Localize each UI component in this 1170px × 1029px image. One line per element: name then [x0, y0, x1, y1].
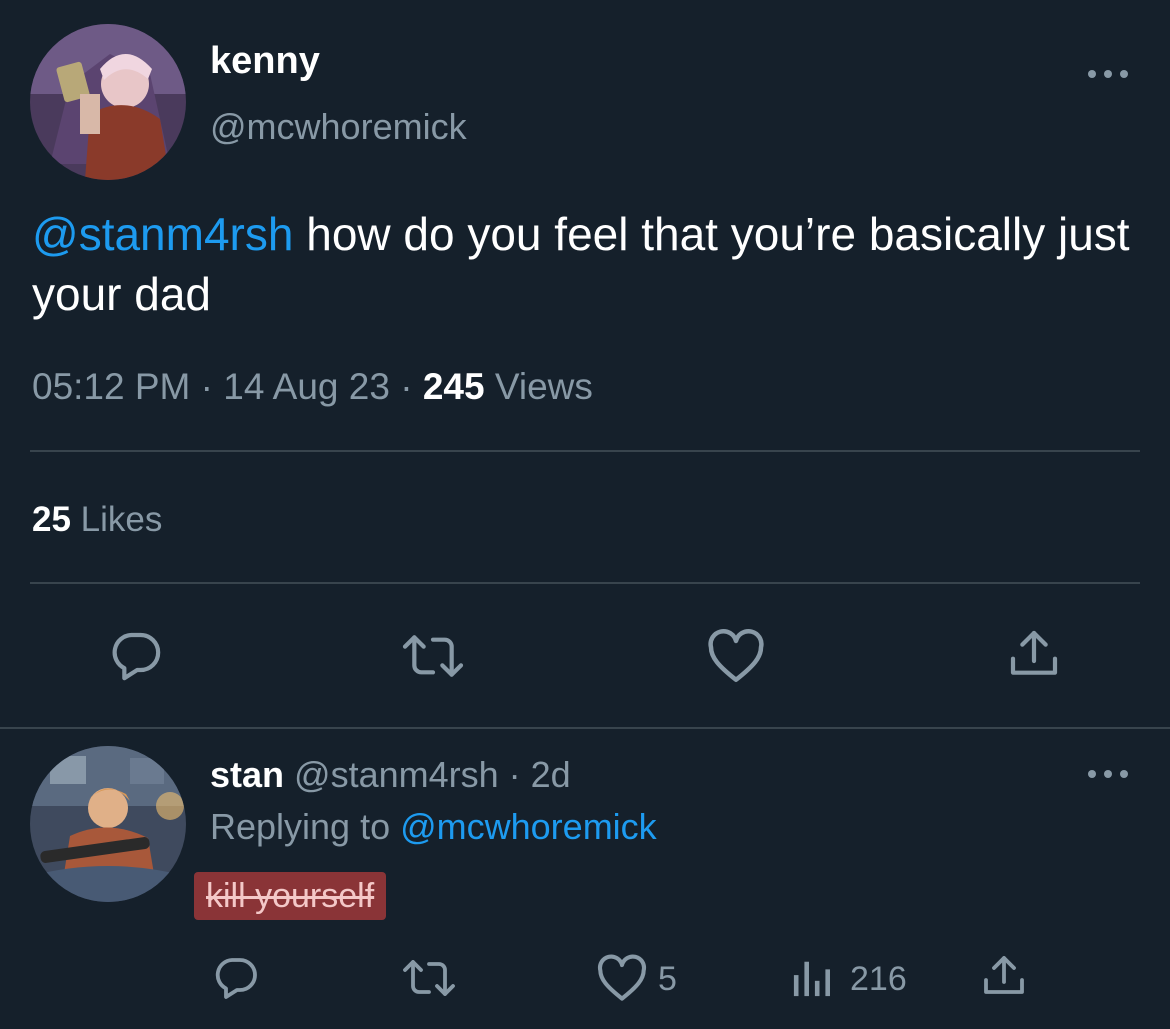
retweet-icon[interactable] — [400, 628, 466, 684]
likes-label: Likes — [70, 500, 163, 539]
like-icon[interactable] — [596, 954, 648, 1002]
mention-link[interactable]: @stanm4rsh — [32, 208, 293, 260]
reply-icon[interactable] — [108, 628, 164, 684]
reply-icon[interactable] — [212, 954, 260, 1002]
author-name[interactable]: kenny — [210, 40, 320, 83]
replying-handle[interactable]: @mcwhoremick — [400, 806, 657, 847]
reply-text: kill yourself — [194, 872, 387, 920]
author-avatar[interactable] — [30, 24, 186, 180]
meta-separator: · — [498, 754, 531, 795]
like-count: 5 — [658, 960, 677, 998]
meta-separator: · — [389, 366, 423, 407]
reply-author-name[interactable]: stan — [210, 754, 284, 795]
likes-stat[interactable]: 25 Likes — [32, 500, 162, 540]
share-icon[interactable] — [980, 952, 1028, 1000]
reply-author-handle[interactable]: @stanm4rsh — [284, 754, 499, 795]
divider — [30, 450, 1140, 452]
reply-age: 2d — [530, 754, 571, 795]
like-icon[interactable] — [706, 628, 766, 684]
views-count: 245 — [422, 366, 485, 407]
divider — [0, 727, 1170, 729]
share-icon[interactable] — [1006, 626, 1062, 682]
replying-to: Replying to @mcwhoremick — [210, 806, 657, 848]
views-count: 216 — [850, 960, 907, 998]
likes-count: 25 — [32, 500, 71, 539]
author-handle[interactable]: @mcwhoremick — [210, 106, 467, 148]
views-label: Views — [484, 366, 593, 407]
views-icon[interactable] — [792, 956, 834, 998]
tweet-time: 05:12 PM — [32, 366, 191, 407]
reply-header: stan @stanm4rsh · 2d — [210, 754, 571, 796]
tweet-date: 14 Aug 23 — [223, 366, 390, 407]
meta-separator: · — [190, 366, 224, 407]
tweet-detail-page: kenny @mcwhoremick @stanm4rsh how do you… — [0, 0, 1170, 1029]
reply-author-avatar[interactable] — [30, 746, 186, 902]
more-icon[interactable] — [1088, 764, 1128, 784]
tweet-meta: 05:12 PM · 14 Aug 23 · 245 Views — [32, 366, 593, 408]
divider — [30, 582, 1140, 584]
more-icon[interactable] — [1088, 64, 1128, 84]
replying-label: Replying to — [210, 806, 401, 847]
retweet-icon[interactable] — [400, 954, 458, 1002]
tweet-text: @stanm4rsh how do you feel that you’re b… — [32, 204, 1132, 324]
